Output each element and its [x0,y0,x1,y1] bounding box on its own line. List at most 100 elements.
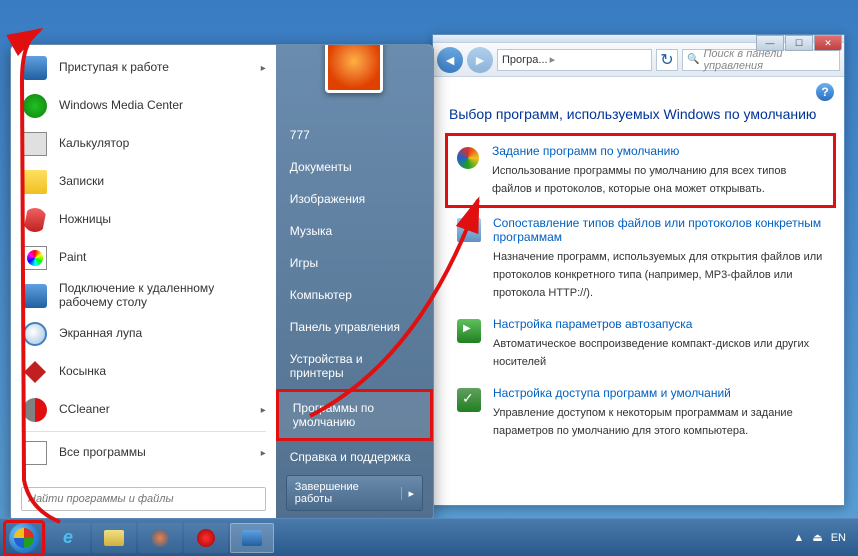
page-title: Выбор программ, используемых Windows по … [449,105,832,123]
taskbar-explorer[interactable] [92,523,136,553]
language-indicator[interactable]: EN [831,532,846,544]
search-input[interactable] [21,487,266,511]
spider-icon [21,358,49,386]
shutdown-area: Завершение работы ▸ [276,475,433,511]
system-tray: ▲ ⏏ EN [785,531,854,544]
start-menu: Приступая к работе ▸ Windows Media Cente… [10,44,434,522]
option-link[interactable]: Сопоставление типов файлов или протоколо… [493,216,826,244]
tray-expand-icon[interactable]: ▲ [793,532,804,544]
start-menu-right-item[interactable]: Компьютер [276,279,433,311]
option-link[interactable]: Задание программ по умолчанию [492,144,827,158]
forward-button[interactable]: ► [467,47,493,73]
start-menu-right-item[interactable]: Изображения [276,183,433,215]
default-programs-icon [454,144,482,172]
help-icon[interactable]: ? [816,83,834,101]
start-menu-item[interactable]: Ножницы [15,201,272,239]
shutdown-options-arrow-icon[interactable]: ▸ [401,487,414,500]
associate-icon [455,216,483,244]
start-menu-right-item[interactable]: Справка и поддержка [276,441,433,473]
option-desc: Управление доступом к некоторым программ… [493,407,793,437]
autoplay-icon [455,317,483,345]
start-menu-right-pane: 777ДокументыИзображенияМузыкаИгрыКомпьют… [276,45,433,521]
search-input[interactable]: Поиск в панели управления [682,49,840,71]
wmc-icon [21,92,49,120]
breadcrumb-segment[interactable]: Програ... [502,54,548,66]
option-desc: Автоматическое воспроизведение компакт-д… [493,338,809,368]
start-menu-item-label: Подключение к удаленному рабочему столу [59,282,266,310]
start-button[interactable] [4,521,44,555]
start-menu-item-label: Экранная лупа [59,327,266,341]
start-menu-left-pane: Приступая к работе ▸ Windows Media Cente… [11,45,276,521]
refresh-button[interactable]: ↻ [656,49,678,71]
taskbar-wmp[interactable] [138,523,182,553]
start-menu-item[interactable]: Экранная лупа [15,315,272,353]
option-set-default-programs[interactable]: Задание программ по умолчанию Использова… [445,133,836,208]
magnifier-icon [21,320,49,348]
taskbar-ie[interactable]: e [46,523,90,553]
start-menu-item[interactable]: Подключение к удаленному рабочему столу [15,277,272,315]
start-menu-item[interactable]: Косынка [15,353,272,391]
option-autoplay-settings[interactable]: Настройка параметров автозапуска Автомат… [449,309,832,378]
option-associate-file-types[interactable]: Сопоставление типов файлов или протоколо… [449,208,832,309]
start-menu-right-item[interactable]: Музыка [276,215,433,247]
start-menu-item-label: Приступая к работе [59,61,251,75]
chevron-right-icon: ▸ [261,63,266,74]
start-menu-item[interactable]: Калькулятор [15,125,272,163]
option-link[interactable]: Настройка доступа программ и умолчаний [493,386,826,400]
start-menu-item-label: Paint [59,251,266,265]
control-panel-window: — ☐ ✕ ◄ ► Програ... ▸ ↻ Поиск в панели у… [432,34,845,506]
taskbar-control-panel[interactable] [230,523,274,553]
safely-remove-icon[interactable]: ⏏ [812,531,822,544]
start-menu-item-label: Калькулятор [59,137,266,151]
shutdown-button[interactable]: Завершение работы ▸ [286,475,423,511]
start-menu-right-item[interactable]: Документы [276,151,433,183]
access-icon [455,386,483,414]
start-menu-right-item[interactable]: Программы по умолчанию [276,389,433,441]
snip-icon [21,206,49,234]
taskbar-opera[interactable] [184,523,228,553]
back-button[interactable]: ◄ [437,47,463,73]
user-avatar[interactable] [325,44,383,93]
option-desc: Использование программы по умолчанию для… [492,165,786,195]
option-desc: Назначение программ, используемых для от… [493,251,822,299]
start-menu-right-item[interactable]: Панель управления [276,311,433,343]
start-menu-item-label: Windows Media Center [59,99,266,113]
calc-icon [21,130,49,158]
all-programs-label: Все программы [59,446,251,460]
start-menu-right-item[interactable]: Игры [276,247,433,279]
window-controls: — ☐ ✕ [756,35,842,51]
taskbar: e ▲ ⏏ EN [0,518,858,556]
start-menu-item-label: Записки [59,175,266,189]
start-menu-item-label: Косынка [59,365,266,379]
start-menu-item[interactable]: Paint [15,239,272,277]
notes-icon [21,168,49,196]
close-button[interactable]: ✕ [814,35,842,51]
window-titlebar[interactable]: — ☐ ✕ [433,35,844,43]
start-menu-item-label: CCleaner [59,403,251,417]
paint-icon [21,244,49,272]
start-menu-item[interactable]: Windows Media Center [15,87,272,125]
minimize-button[interactable]: — [756,35,784,51]
getting-icon [21,54,49,82]
maximize-button[interactable]: ☐ [785,35,813,51]
start-menu-item[interactable]: CCleaner ▸ [15,391,272,429]
start-menu-item-label: Ножницы [59,213,266,227]
start-menu-right-item[interactable]: 777 [276,119,433,151]
option-program-access[interactable]: Настройка доступа программ и умолчаний У… [449,378,832,447]
chevron-right-icon: ▸ [261,405,266,416]
breadcrumb[interactable]: Програ... ▸ [497,49,652,71]
rdp-icon [21,282,49,310]
start-menu-item[interactable]: Записки [15,163,272,201]
ccleaner-icon [21,396,49,424]
all-programs-icon [21,439,49,467]
option-link[interactable]: Настройка параметров автозапуска [493,317,826,331]
chevron-right-icon: ▸ [261,448,266,459]
shutdown-label: Завершение работы [295,481,396,505]
windows-orb-icon [9,523,39,553]
start-menu-search [15,481,272,517]
start-menu-item[interactable]: Приступая к работе ▸ [15,49,272,87]
divider [21,431,266,432]
start-menu-right-item[interactable]: Устройства и принтеры [276,343,433,389]
explorer-content: ? Выбор программ, используемых Windows п… [433,77,844,447]
all-programs-item[interactable]: Все программы ▸ [15,434,272,472]
